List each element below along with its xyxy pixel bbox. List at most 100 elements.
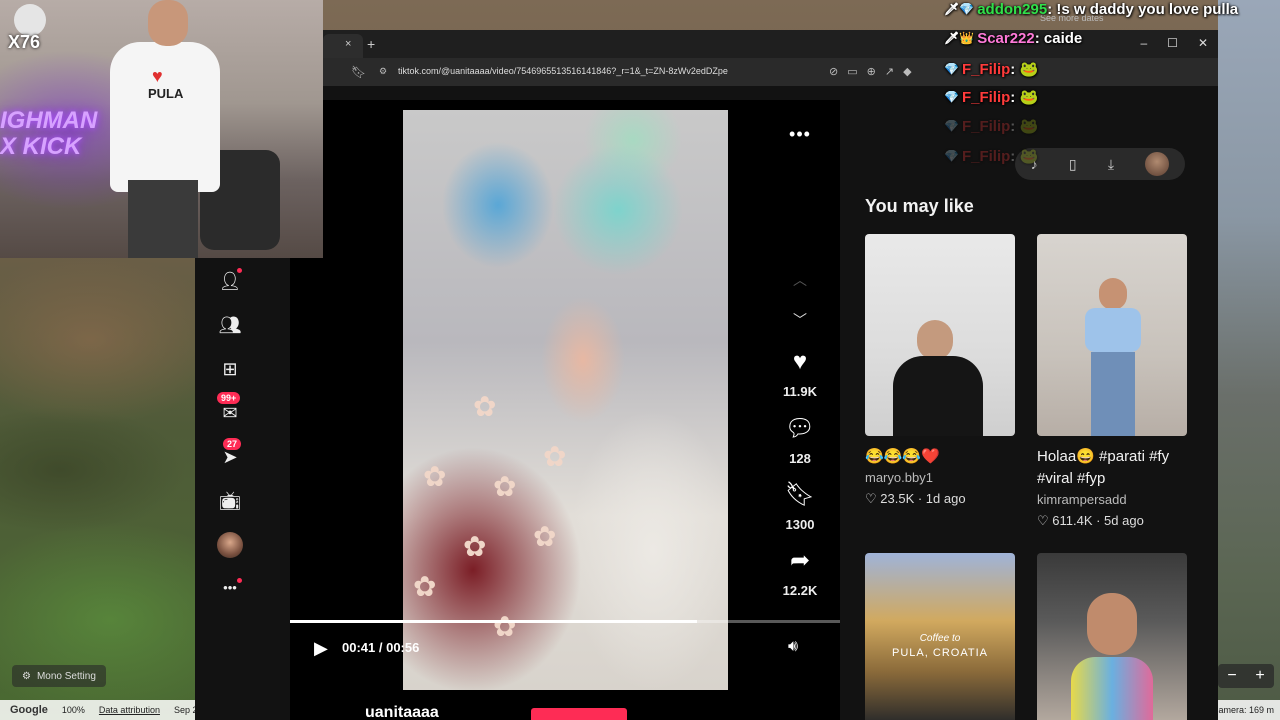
streamer-body <box>110 42 220 192</box>
chat-badge-icon: 💎 <box>944 62 959 76</box>
chat-badge-icon: 🗡💎 <box>944 2 975 16</box>
recommendation-thumbnail[interactable] <box>1037 553 1187 720</box>
flower-pattern: ✿ <box>413 571 437 602</box>
friends-icon: 👥︎ <box>218 314 242 335</box>
streamer-legs <box>128 180 198 258</box>
cast-icon[interactable]: ▭ <box>847 65 857 78</box>
mono-setting-icon: ⚙ <box>22 670 31 682</box>
data-attribution-link[interactable]: Data attribution <box>99 705 160 715</box>
chat-badge-icon: 💎 <box>944 90 959 104</box>
recommendation-caption: Holaa😄 #parati #fy #viral #fyp <box>1037 448 1170 487</box>
window-controls: – ☐ ✕ <box>1140 36 1218 50</box>
recommendation-card[interactable]: 😂😂😂❤️ maryo.bby1 ♡ 23.5K · 1d ago <box>865 234 1015 507</box>
recommendation-author[interactable]: kimrampersadd <box>1037 492 1187 507</box>
video-player[interactable]: ✿ ✿ ✿ ✿ ✿ ✿ ✿ ✿ ▶ 00:41 / 00:56 🔊︎ <box>290 100 840 720</box>
sidebar-item-upload[interactable]: ⊞ <box>217 356 243 382</box>
like-count: 11.9K <box>783 384 817 399</box>
bookmark-icon[interactable]: 🔖︎ <box>351 65 366 79</box>
share-button[interactable]: ➦ 12.2K <box>775 546 825 598</box>
flower-pattern: ✿ <box>533 521 557 552</box>
url-field[interactable]: tiktok.com/@uanitaaaa/video/754696551351… <box>398 66 728 76</box>
site-settings-icon[interactable]: ⚙ <box>379 66 387 77</box>
author-username[interactable]: uanitaaaa <box>365 704 439 720</box>
chat-message: 🗡💎 addon295: !s w daddy you love pulla <box>944 0 1239 18</box>
sidebar-item-live[interactable]: 📺︎ <box>217 488 243 514</box>
flower-pattern: ✿ <box>463 531 487 562</box>
new-tab-button[interactable]: + <box>367 36 375 52</box>
download-icon[interactable]: ⤓ <box>1108 156 1114 173</box>
chat-badge-icon: 🗡👑 <box>944 31 975 45</box>
translate-icon[interactable]: ⊘ <box>829 65 838 78</box>
close-window-button[interactable]: ✕ <box>1198 36 1208 50</box>
sidebar-profile-avatar[interactable] <box>217 532 243 558</box>
tab-tiktok[interactable] <box>323 34 363 58</box>
map-zoom-control[interactable]: − + <box>1218 664 1274 688</box>
maximize-button[interactable]: ☐ <box>1167 36 1178 50</box>
browser-extension-icons: ⊘ ▭ ⊕ ↗ ◆ <box>829 65 912 78</box>
video-progress-fill <box>290 620 697 623</box>
tab-close-icon[interactable]: × <box>345 38 351 50</box>
chat-emote-icon: 🐸 <box>1019 61 1039 78</box>
chat-message: 💎 F_Filip: 🐸 <box>944 60 1039 79</box>
recommendation-card[interactable] <box>1037 553 1187 720</box>
sidebar-item-inbox[interactable]: ✉︎ 99+ <box>217 392 243 426</box>
mono-setting-label: Mono Setting <box>36 670 96 682</box>
video-actions: ••• ︿ ﹀ ♥ 11.9K 💬︎ 128 🔖︎ 1300 ➦ 12.2K <box>775 86 825 720</box>
upload-icon: ⊞ <box>222 358 238 379</box>
flower-pattern: ✿ <box>423 461 447 492</box>
following-icon: 👤︎ <box>218 270 242 291</box>
chat-text: !s w daddy you love pulla <box>1056 0 1239 18</box>
recommendation-stats: ♡ 23.5K · 1d ago <box>865 491 966 506</box>
chat-username: F_Filip <box>961 88 1011 106</box>
sidebar-item-more[interactable]: ••• <box>217 574 243 600</box>
comment-button[interactable]: 💬︎ 128 <box>775 414 825 466</box>
save-button[interactable]: 🔖︎ 1300 <box>775 480 825 532</box>
tiktok-page: 👤︎ 👥︎ ⊞ ✉︎ 99+ ➤ 27 📺︎ ••• ✿ ✿ ✿ ✿ ✿ ✿ ✿… <box>195 86 1218 720</box>
recommendation-thumbnail[interactable] <box>1037 234 1187 436</box>
zoom-out-button[interactable]: − <box>1227 667 1236 685</box>
google-logo: Google <box>10 704 48 716</box>
recommendation-author[interactable]: maryo.bby1 <box>865 470 1015 485</box>
next-video-icon[interactable]: ﹀ <box>775 310 825 330</box>
address-bar: 🔖︎ ⚙ tiktok.com/@uanitaaaa/video/7546965… <box>195 58 1218 86</box>
zoom-icon[interactable]: ⊕ <box>867 65 876 78</box>
minimize-button[interactable]: – <box>1140 36 1147 50</box>
heart-icon: ♥ <box>792 348 808 375</box>
recommendation-card[interactable]: Holaa😄 #parati #fy #viral #fyp kimramper… <box>1037 234 1187 529</box>
webcam-overlay: X76 IGHMAN x KICK ♥ PULA <box>0 0 323 258</box>
extension-icon[interactable]: ◆ <box>903 65 911 78</box>
heart-icon: ♥ <box>152 66 163 86</box>
recommendation-thumbnail[interactable]: Coffee to PULA, CROATIA <box>865 553 1015 720</box>
flower-pattern: ✿ <box>473 391 497 422</box>
share-count: 12.2K <box>782 583 818 598</box>
video-progress-bar[interactable] <box>290 620 840 623</box>
more-options-icon[interactable]: ••• <box>775 124 825 145</box>
play-icon[interactable]: ▶ <box>314 638 328 659</box>
follow-button[interactable] <box>531 708 627 720</box>
chat-username: F_Filip <box>961 147 1011 165</box>
sidebar-item-friends[interactable]: 👥︎ <box>217 312 243 338</box>
live-icon: 📺︎ <box>218 490 242 511</box>
flower-pattern: ✿ <box>543 441 567 472</box>
chat-badge-icon: 💎 <box>944 149 959 163</box>
more-dot <box>237 578 242 583</box>
bookmark-save-icon: 🔖︎ <box>784 481 816 508</box>
video-frame[interactable]: ✿ ✿ ✿ ✿ ✿ ✿ ✿ ✿ <box>403 110 728 690</box>
thumbnail-overlay-line2: PULA, CROATIA <box>892 647 988 659</box>
header-profile-avatar[interactable] <box>1145 152 1170 176</box>
previous-video-icon[interactable]: ︿ <box>775 270 825 290</box>
shirt-text: PULA <box>148 86 184 101</box>
sidebar-item-following[interactable]: 👤︎ <box>217 268 243 294</box>
zoom-in-button[interactable]: + <box>1255 667 1264 685</box>
mono-setting-button[interactable]: ⚙ Mono Setting <box>12 665 106 687</box>
streamer-level: X76 <box>8 32 41 52</box>
share-icon[interactable]: ↗ <box>885 65 894 78</box>
save-count: 1300 <box>785 517 815 532</box>
chat-username: F_Filip <box>961 117 1011 135</box>
mobile-icon[interactable]: ▯ <box>1069 156 1077 173</box>
recommendation-thumbnail[interactable] <box>865 234 1015 436</box>
recommendation-card[interactable]: Coffee to PULA, CROATIA <box>865 553 1015 720</box>
sidebar-item-activity[interactable]: ➤ 27 <box>217 438 243 470</box>
like-button[interactable]: ♥ 11.9K <box>775 348 825 399</box>
recommendation-caption: 😂😂😂❤️ <box>865 448 940 465</box>
